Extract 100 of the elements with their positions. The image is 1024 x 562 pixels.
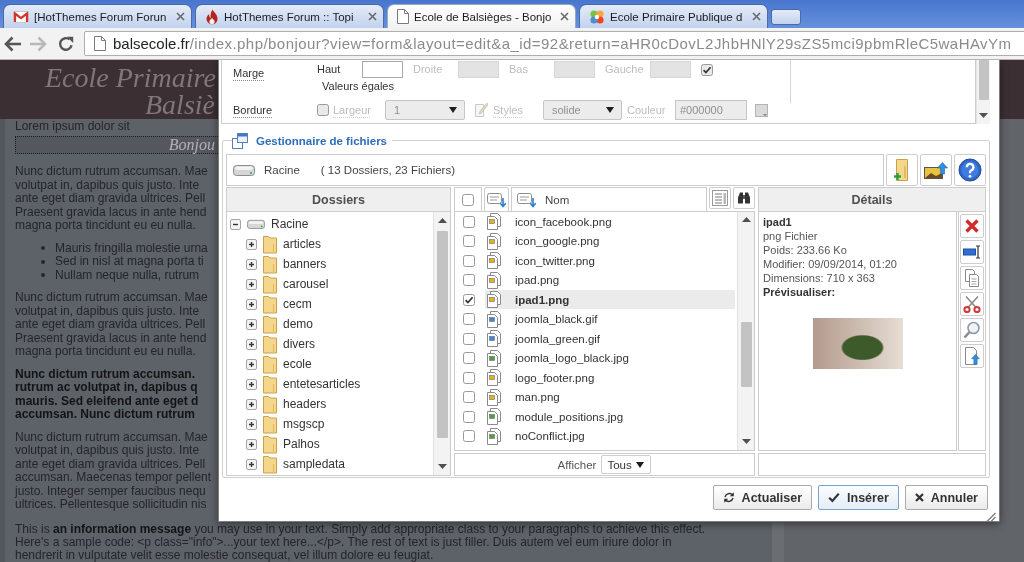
color-swatch-icon[interactable] [755, 103, 768, 117]
checkbox[interactable] [463, 293, 475, 306]
folder-item[interactable]: carousel [263, 274, 329, 294]
filter-select[interactable]: Tous [601, 455, 652, 474]
browser-tab[interactable]: Ecole Primaire Publique d [579, 4, 768, 28]
expand-icon[interactable] [246, 358, 257, 370]
checkbox[interactable] [463, 410, 475, 423]
dialog-button[interactable]: Annuler [904, 485, 988, 510]
checkbox[interactable] [463, 352, 475, 365]
checkbox[interactable] [463, 332, 475, 345]
expand-icon[interactable] [246, 238, 257, 250]
file-item[interactable]: logo_footer.png [485, 368, 735, 388]
preview-label: Prévisualiser: [763, 285, 836, 299]
folder-item[interactable]: articles [263, 234, 321, 254]
file-item[interactable]: joomla_logo_black.jpg [485, 348, 735, 368]
tool-button[interactable] [960, 292, 984, 316]
checkbox[interactable] [701, 63, 713, 76]
checkbox[interactable] [463, 430, 475, 443]
scroll-up-icon[interactable] [437, 218, 447, 223]
checkbox[interactable] [463, 235, 475, 248]
file-item[interactable]: icon_facebook.png [485, 212, 735, 232]
scroll-down-icon[interactable] [437, 464, 447, 469]
paragraph-line: volutpat in, dapibus quis justo. Inte [15, 444, 200, 458]
dialog-button[interactable]: Actualiser [712, 485, 813, 510]
expand-icon[interactable] [246, 318, 257, 330]
browser-tab[interactable]: [HotThemes Forum Forun [3, 4, 192, 28]
binoculars-icon [737, 191, 751, 205]
file-item[interactable]: ipad.png [485, 270, 735, 290]
browser-tab[interactable]: Ecole de Balsièges - Bonjo [387, 4, 576, 28]
expand-icon[interactable] [246, 338, 257, 350]
expand-icon[interactable] [246, 258, 257, 270]
reload-icon[interactable] [58, 35, 74, 52]
checkbox[interactable] [463, 391, 475, 404]
dialog-button[interactable]: Insérer [818, 485, 899, 510]
select-all-checkbox[interactable] [462, 193, 474, 206]
expand-icon[interactable] [246, 298, 257, 310]
folder-icon [263, 294, 277, 314]
checkbox[interactable] [463, 313, 475, 326]
file-item[interactable]: ipad1.png [485, 290, 735, 310]
paragraph-line: accumsan. Maecenas tempor pellent [15, 471, 212, 485]
close-icon[interactable] [752, 12, 761, 21]
checkbox[interactable] [463, 254, 475, 267]
tool-button[interactable] [960, 240, 984, 264]
expand-icon[interactable] [246, 398, 257, 410]
scroll-thumb[interactable] [740, 322, 752, 387]
file-item[interactable]: module_positions.jpg [485, 407, 735, 427]
expand-icon[interactable] [246, 438, 257, 450]
collapse-icon[interactable] [230, 218, 241, 230]
checkbox[interactable] [463, 371, 475, 384]
file-item[interactable]: icon_twitter.png [485, 251, 735, 271]
checkbox[interactable] [463, 215, 475, 228]
folder-item[interactable]: divers [263, 334, 315, 354]
new-tab-button[interactable] [771, 9, 801, 25]
address-field[interactable]: balsecole.fr/index.php/bonjour?view=form&layout=edit&a_id=92&return=aHR0cDovL2JhbHNlY29sZS5mci9pbmRleC5waHAvYm [84, 31, 1024, 56]
file-item[interactable]: man.png [485, 387, 735, 407]
file-item[interactable]: joomla_black.gif [485, 309, 735, 329]
paragraph-line: Nunc dictum rutrum accumsan. Mae [15, 165, 208, 179]
checkbox[interactable] [463, 274, 475, 287]
close-icon[interactable] [176, 12, 185, 21]
folder-item[interactable]: Palhos [263, 434, 320, 454]
file-item[interactable]: joomla_green.gif [485, 329, 735, 349]
scroll-thumb[interactable] [978, 60, 989, 100]
expand-icon[interactable] [246, 278, 257, 290]
column-header[interactable]: Nom [511, 187, 707, 212]
tool-button[interactable] [960, 266, 984, 290]
folder-item[interactable]: cecm [263, 294, 312, 314]
folder-item[interactable]: headers [263, 394, 327, 414]
close-icon[interactable] [368, 12, 377, 21]
cross-icon [964, 218, 980, 234]
close-icon[interactable] [560, 12, 569, 21]
scroll-down-icon[interactable] [741, 439, 751, 444]
resize-grip-icon[interactable] [986, 512, 996, 522]
tool-button[interactable] [960, 344, 984, 368]
folder-item[interactable]: Racine [247, 217, 309, 231]
tool-button[interactable] [960, 318, 984, 342]
field-label: Haut [317, 63, 341, 76]
folder-item[interactable]: ecole [263, 354, 312, 374]
tool-button[interactable] [960, 214, 984, 238]
folder-item[interactable]: entetesarticles [263, 374, 361, 394]
file-item[interactable]: noConflict.jpg [485, 426, 735, 446]
folder-item[interactable]: banners [263, 254, 327, 274]
folder-item[interactable]: demo [263, 314, 314, 334]
folder-item[interactable]: msgscp [263, 414, 325, 434]
expand-icon[interactable] [246, 418, 257, 430]
browser-tab[interactable]: HotThemes Forum :: Topi [195, 4, 384, 28]
checkbox[interactable] [317, 104, 329, 116]
toolbar-button[interactable] [954, 154, 986, 186]
scroll-thumb[interactable] [436, 231, 448, 438]
text-field[interactable] [362, 61, 403, 78]
folder-item[interactable]: sampledata [263, 454, 346, 474]
toolbar-button[interactable] [920, 154, 952, 186]
folder-icon [263, 414, 277, 434]
sort-button[interactable] [484, 187, 509, 212]
expand-icon[interactable] [246, 458, 257, 470]
back-icon[interactable] [4, 35, 22, 52]
file-item[interactable]: icon_google.png [485, 231, 735, 251]
find-button[interactable] [733, 187, 755, 209]
scroll-up-icon[interactable] [741, 217, 751, 222]
folder-icon [263, 434, 277, 454]
expand-icon[interactable] [246, 378, 257, 390]
